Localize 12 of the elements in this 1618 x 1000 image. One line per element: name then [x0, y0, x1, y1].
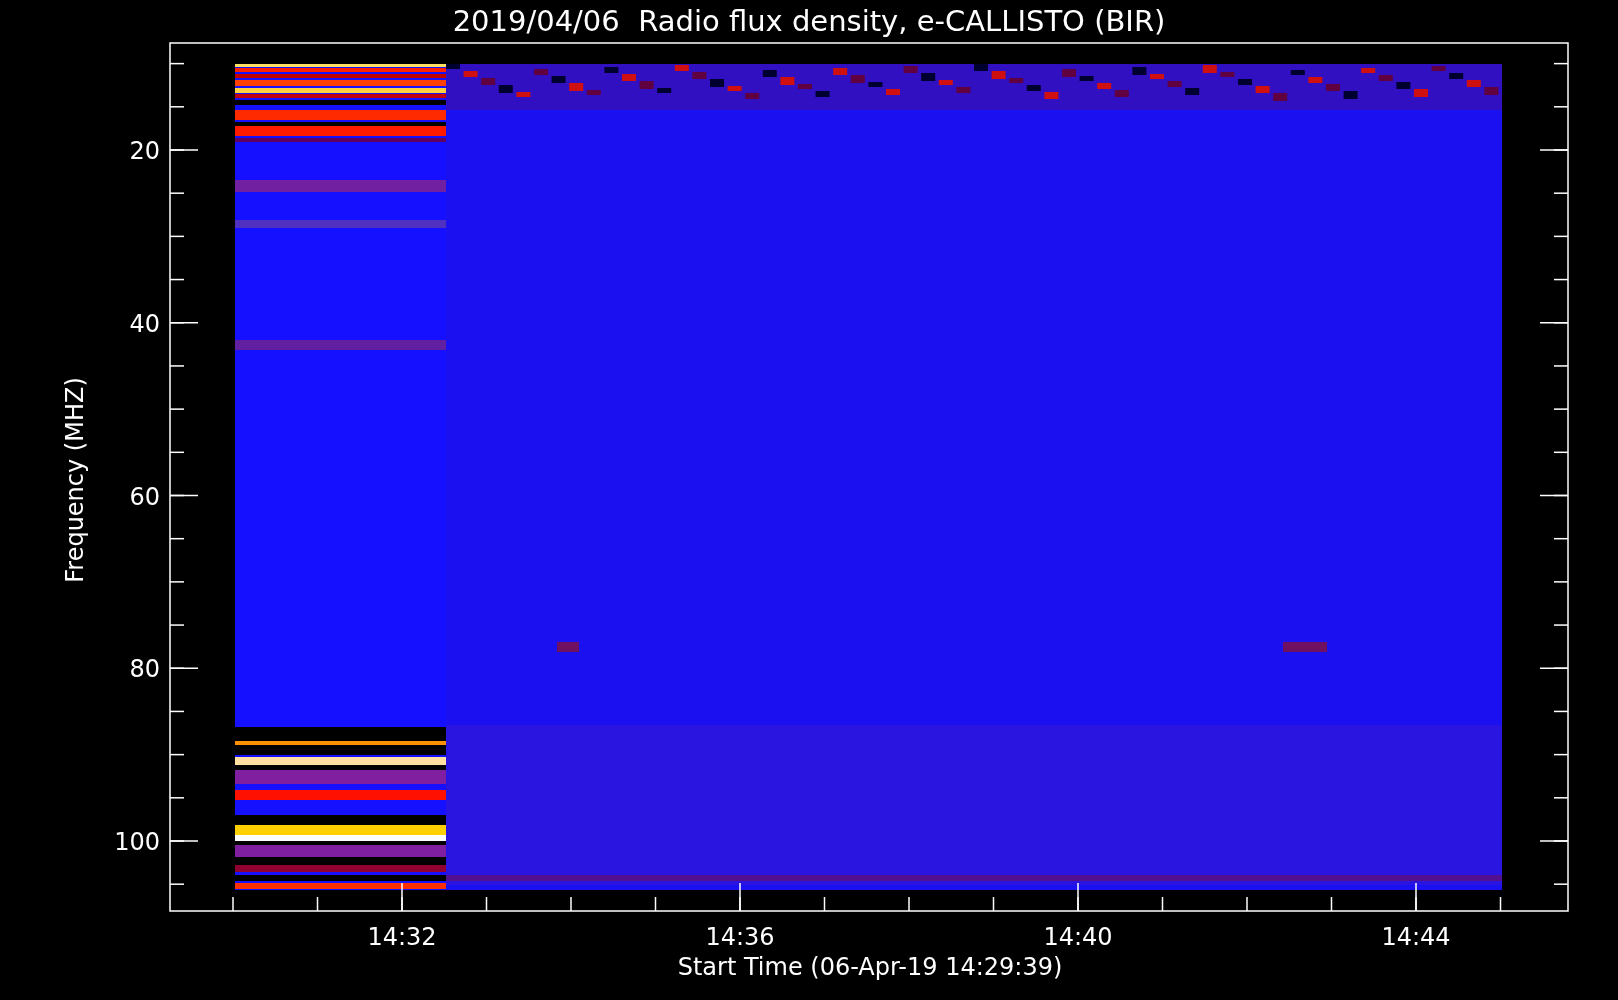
x-tick-label: 14:32	[367, 923, 437, 951]
y-tick-label: 80	[129, 655, 160, 684]
y-tick-label: 60	[129, 482, 160, 511]
x-tick-label: 14:40	[1043, 923, 1113, 951]
y-tick-label: 20	[129, 137, 160, 165]
y-tick-label: 40	[129, 309, 160, 338]
y-tick-label: 100	[114, 828, 160, 856]
x-tick-label: 14:36	[705, 923, 775, 951]
x-tick-label: 14:44	[1381, 923, 1451, 951]
y-axis-title: Frequency (MHZ)	[61, 377, 89, 583]
chart-title: 2019/04/06 Radio flux density, e-CALLISTO (BIR)	[452, 4, 1166, 38]
x-axis-title: Start Time (06-Apr-19 14:29:39)	[677, 953, 1063, 981]
